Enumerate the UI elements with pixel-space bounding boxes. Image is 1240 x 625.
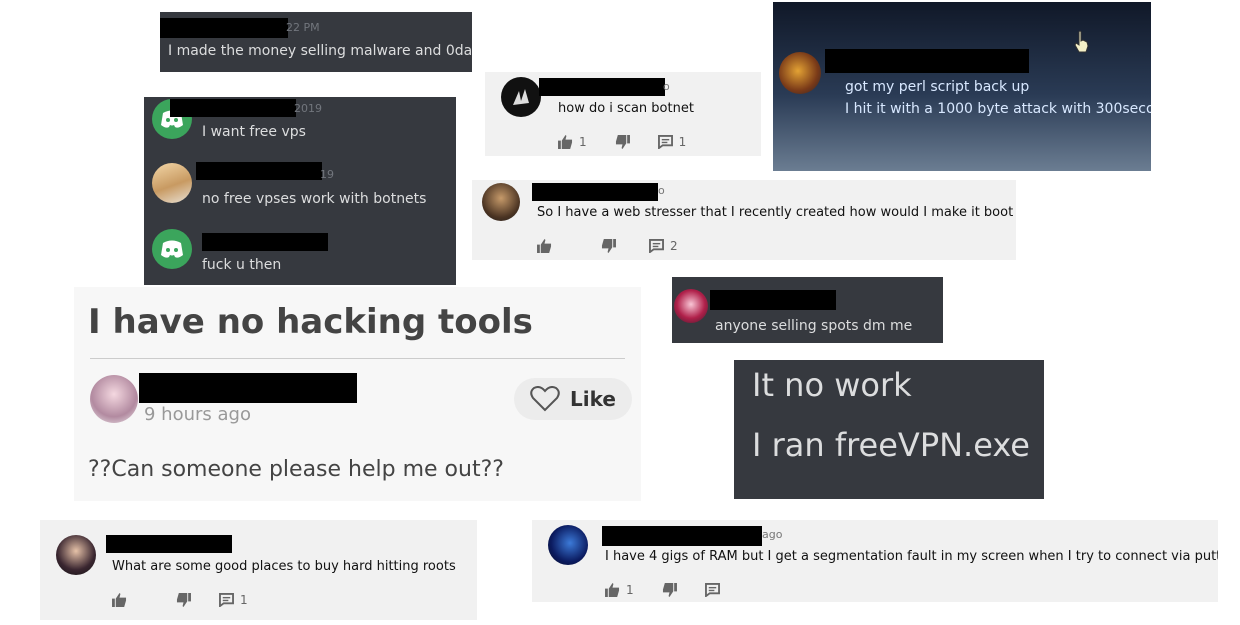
avatar [674, 289, 708, 323]
like-count: 1 [626, 583, 634, 597]
reply-button[interactable] [704, 583, 720, 597]
redacted-username [202, 233, 328, 251]
message-line-1: got my perl script back up [845, 79, 1030, 95]
avatar [90, 375, 138, 423]
thumbs-down-icon [662, 583, 677, 597]
comment-selling-spots: anyone selling spots dm me [672, 277, 943, 343]
thumbs-down-icon [176, 593, 191, 607]
like-button[interactable]: 1 [558, 135, 587, 149]
message-line-2: I hit it with a 1000 byte attack with 30… [845, 101, 1151, 117]
message-line-1: It no work [752, 366, 912, 404]
reply-button[interactable]: 1 [219, 593, 248, 607]
like-button[interactable]: Like [514, 378, 632, 420]
discord-icon [152, 229, 192, 269]
comment-hard-hitting-roots: What are some good places to buy hard hi… [40, 520, 477, 620]
redacted-username [602, 526, 762, 546]
like-button[interactable] [537, 239, 552, 253]
message-text: So I have a web stresser that I recently… [537, 205, 1014, 220]
redacted-username [106, 535, 232, 553]
comment-segmentation-fault: ago I have 4 gigs of RAM but I get a seg… [532, 520, 1218, 602]
message-text: I want free vps [202, 124, 306, 140]
post-time: 9 hours ago [144, 404, 251, 425]
reply-button[interactable]: 2 [649, 239, 678, 253]
comment-actions: 2 [537, 239, 706, 253]
like-label: Like [570, 387, 616, 411]
message-it-no-work: It no work I ran freeVPN.exe [734, 360, 1044, 499]
like-button[interactable]: 1 [605, 583, 634, 597]
comment-scan-botnet: o how do i scan botnet 1 1 [485, 72, 761, 156]
redacted-username [539, 78, 665, 96]
reply-count: 2 [670, 239, 678, 253]
thumbs-down-icon [601, 239, 616, 253]
redacted-username [170, 99, 296, 117]
reply-count: 1 [678, 135, 687, 149]
thumbs-up-icon [112, 593, 127, 607]
thumbs-down-icon [615, 135, 630, 149]
like-count: 1 [579, 135, 587, 149]
reply-icon [657, 135, 673, 149]
timestamp: 19 [320, 168, 334, 181]
redacted-username [825, 49, 1029, 73]
dislike-button[interactable] [615, 135, 630, 149]
reply-icon [704, 583, 720, 597]
comment-actions: 1 1 [558, 135, 714, 149]
message-text: fuck u then [202, 257, 282, 273]
message-text: I have 4 gigs of RAM but I get a segment… [605, 549, 1218, 564]
comment-actions: 1 [605, 583, 748, 597]
message-text: anyone selling spots dm me [715, 318, 913, 334]
redacted-username [710, 290, 836, 310]
screen-photo-perl-script: got my perl script back up I hit it with… [773, 2, 1151, 171]
reply-icon [649, 239, 664, 253]
heart-icon [530, 386, 560, 412]
thumbs-up-icon [558, 135, 573, 149]
avatar [152, 163, 192, 203]
avatar [482, 183, 520, 221]
redacted-username [196, 162, 322, 180]
timestamp: 2019 [294, 102, 322, 115]
comment-malware-0days: 22 PM I made the money selling malware a… [160, 12, 472, 72]
timestamp: o [658, 184, 665, 197]
timestamp: o [663, 80, 670, 93]
dislike-button[interactable] [176, 593, 191, 607]
message-line-2: I ran freeVPN.exe [752, 426, 1030, 464]
comment-actions: 1 [112, 593, 276, 607]
redacted-username [532, 183, 658, 201]
message-text: how do i scan botnet [558, 101, 694, 116]
redacted-username [160, 18, 288, 38]
avatar [548, 525, 588, 565]
dislike-button[interactable] [662, 583, 677, 597]
message-text: I made the money selling malware and 0da… [168, 43, 472, 59]
reply-count: 1 [240, 593, 248, 607]
post-body: ??Can someone please help me out?? [88, 457, 504, 482]
avatar [501, 77, 541, 117]
reply-button[interactable]: 1 [657, 135, 687, 149]
discord-thread-free-vps: 2019 I want free vps 19 no free vpses wo… [144, 97, 456, 285]
cursor-hand-icon [1073, 30, 1091, 58]
redacted-username [139, 373, 357, 403]
like-button[interactable] [112, 593, 127, 607]
avatar [779, 52, 821, 94]
timestamp: ago [762, 528, 783, 541]
avatar [56, 535, 96, 575]
forum-post-no-hacking-tools: I have no hacking tools 9 hours ago Like… [74, 287, 641, 501]
timestamp: 22 PM [286, 21, 320, 34]
reply-icon [219, 593, 234, 607]
comment-web-stresser: o So I have a web stresser that I recent… [472, 180, 1016, 260]
thumbs-up-icon [605, 583, 620, 597]
dislike-button[interactable] [601, 239, 616, 253]
post-title: I have no hacking tools [88, 302, 533, 342]
message-text: no free vpses work with botnets [202, 191, 427, 207]
message-text: What are some good places to buy hard hi… [112, 559, 456, 574]
thumbs-up-icon [537, 239, 552, 253]
divider [90, 358, 625, 359]
